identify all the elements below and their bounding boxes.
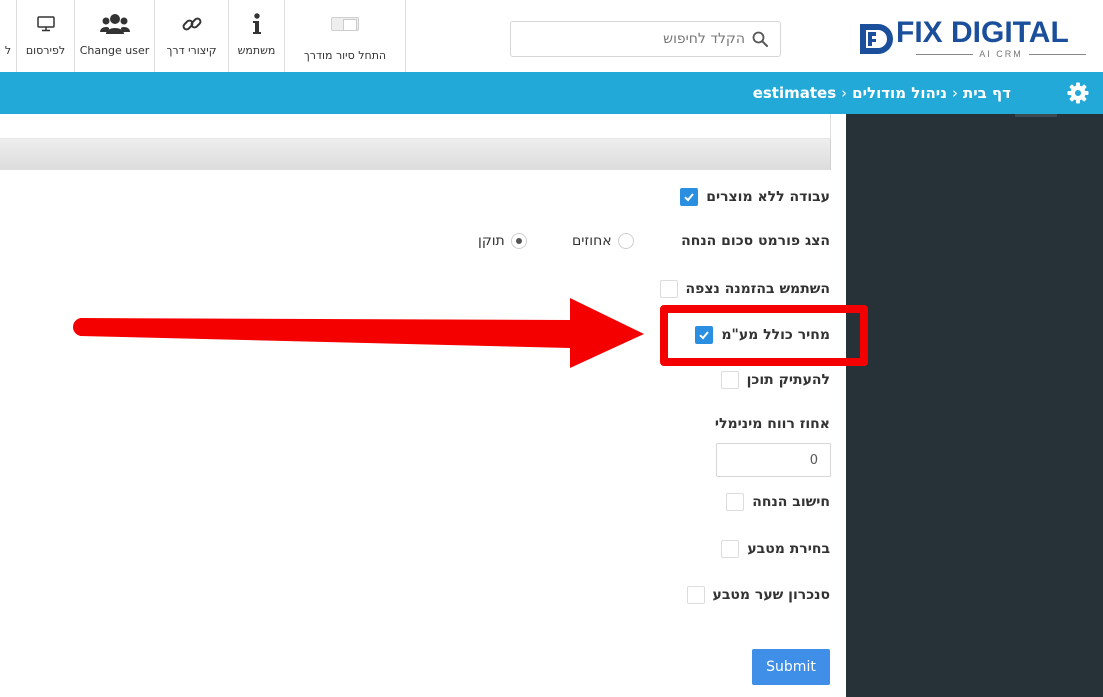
search-box[interactable] bbox=[510, 21, 781, 57]
content-panel-top bbox=[0, 114, 831, 139]
logo-wordmark: FIX DIGITAL bbox=[896, 16, 1069, 49]
monitor-icon bbox=[17, 12, 74, 36]
breadcrumb-separator: ‹ bbox=[952, 84, 959, 102]
copy-content-label: להעתיק תוכן bbox=[746, 372, 830, 388]
content-panel-header bbox=[0, 139, 831, 170]
currency-select-row[interactable]: בחירת מטבע bbox=[721, 540, 830, 558]
currency-select-label: בחירת מטבע bbox=[747, 541, 830, 557]
breadcrumb-home[interactable]: דף בית bbox=[963, 84, 1011, 102]
copy-content-row[interactable]: להעתיק תוכן bbox=[720, 371, 830, 389]
discount-format-percent-option[interactable]: אחוזים bbox=[572, 233, 634, 249]
logo-tagline: AI CRM bbox=[916, 49, 1086, 59]
info-icon bbox=[229, 12, 284, 36]
breadcrumb-separator: ‹ bbox=[841, 84, 848, 102]
toolbar-item-label: התחל סיור מודרך bbox=[303, 49, 387, 62]
annotation-arrow-icon bbox=[73, 298, 644, 368]
link-icon bbox=[155, 12, 228, 36]
use-expected-order-checkbox[interactable] bbox=[659, 280, 678, 298]
toolbar-item-truncated[interactable]: ל bbox=[0, 0, 16, 72]
toolbar-item-label: משתמש bbox=[237, 44, 276, 57]
min-profit-label: אחוז רווח מינימלי bbox=[714, 416, 830, 432]
percent-radio-label: אחוזים bbox=[572, 233, 612, 249]
work-without-products-checkbox[interactable] bbox=[680, 188, 699, 206]
users-icon bbox=[75, 12, 154, 36]
toolbar-item-label: קיצורי דרך bbox=[166, 44, 217, 57]
toolbar-item-label: Change user bbox=[79, 44, 150, 57]
discount-calc-checkbox[interactable] bbox=[726, 493, 745, 511]
min-profit-input[interactable] bbox=[716, 443, 831, 477]
toolbar-item-label: לפירסום bbox=[25, 44, 66, 57]
search-input[interactable] bbox=[519, 22, 745, 56]
breadcrumb-modules[interactable]: ניהול מודולים bbox=[852, 84, 947, 102]
submit-button[interactable]: Submit bbox=[752, 649, 830, 685]
copy-content-checkbox[interactable] bbox=[720, 371, 739, 389]
logo-mark-icon bbox=[856, 20, 894, 58]
use-expected-order-row[interactable]: השתמש בהזמנה נצפה bbox=[659, 280, 830, 298]
discount-format-label: הצג פורמט סכום הנחה bbox=[681, 233, 830, 249]
toolbar-item-guided-tour[interactable]: התחל סיור מודרך bbox=[284, 0, 406, 72]
toolbar-item-change-user[interactable]: Change user bbox=[74, 0, 154, 72]
fixed-radio[interactable] bbox=[510, 233, 527, 249]
discount-calc-label: חישוב הנחה bbox=[752, 494, 830, 510]
toolbar-item-label: ל bbox=[4, 44, 12, 57]
top-header: ל לפירסום Change user קיצורי דרך משתמש ה… bbox=[0, 0, 1103, 76]
breadcrumb-current: estimates bbox=[752, 84, 837, 102]
percent-radio[interactable] bbox=[617, 233, 634, 249]
currency-sync-checkbox[interactable] bbox=[686, 586, 705, 604]
work-without-products-row[interactable]: עבודה ללא מוצרים bbox=[680, 188, 830, 206]
fixed-radio-label: תוקן bbox=[478, 233, 505, 249]
search-icon[interactable] bbox=[752, 31, 768, 47]
currency-sync-row[interactable]: סנכרון שער מטבע bbox=[686, 586, 830, 604]
discount-format-row: הצג פורמט סכום הנחה bbox=[681, 233, 830, 249]
annotation-highlight-box bbox=[660, 305, 868, 366]
toolbar-item-user[interactable]: משתמש bbox=[228, 0, 284, 72]
discount-format-fixed-option[interactable]: תוקן bbox=[478, 233, 527, 249]
toolbar-item-shortcuts[interactable]: קיצורי דרך bbox=[154, 0, 228, 72]
toggle-icon[interactable] bbox=[285, 12, 405, 36]
check-icon bbox=[684, 193, 694, 202]
gear-icon[interactable] bbox=[1067, 82, 1089, 104]
currency-select-checkbox[interactable] bbox=[721, 540, 740, 558]
sidebar-tab-indicator bbox=[1015, 114, 1057, 117]
discount-calc-row[interactable]: חישוב הנחה bbox=[726, 493, 830, 511]
work-without-products-label: עבודה ללא מוצרים bbox=[706, 189, 830, 205]
currency-sync-label: סנכרון שער מטבע bbox=[712, 587, 830, 603]
sidebar-panel bbox=[846, 114, 1103, 697]
use-expected-order-label: השתמש בהזמנה נצפה bbox=[685, 281, 830, 297]
brand-logo[interactable]: FIX DIGITAL AI CRM bbox=[856, 16, 1088, 59]
breadcrumb: דף בית ‹ ניהול מודולים ‹ estimates bbox=[753, 72, 1011, 114]
toolbar-item-publish[interactable]: לפירסום bbox=[16, 0, 74, 72]
breadcrumb-bar: דף בית ‹ ניהול מודולים ‹ estimates bbox=[0, 72, 1103, 114]
